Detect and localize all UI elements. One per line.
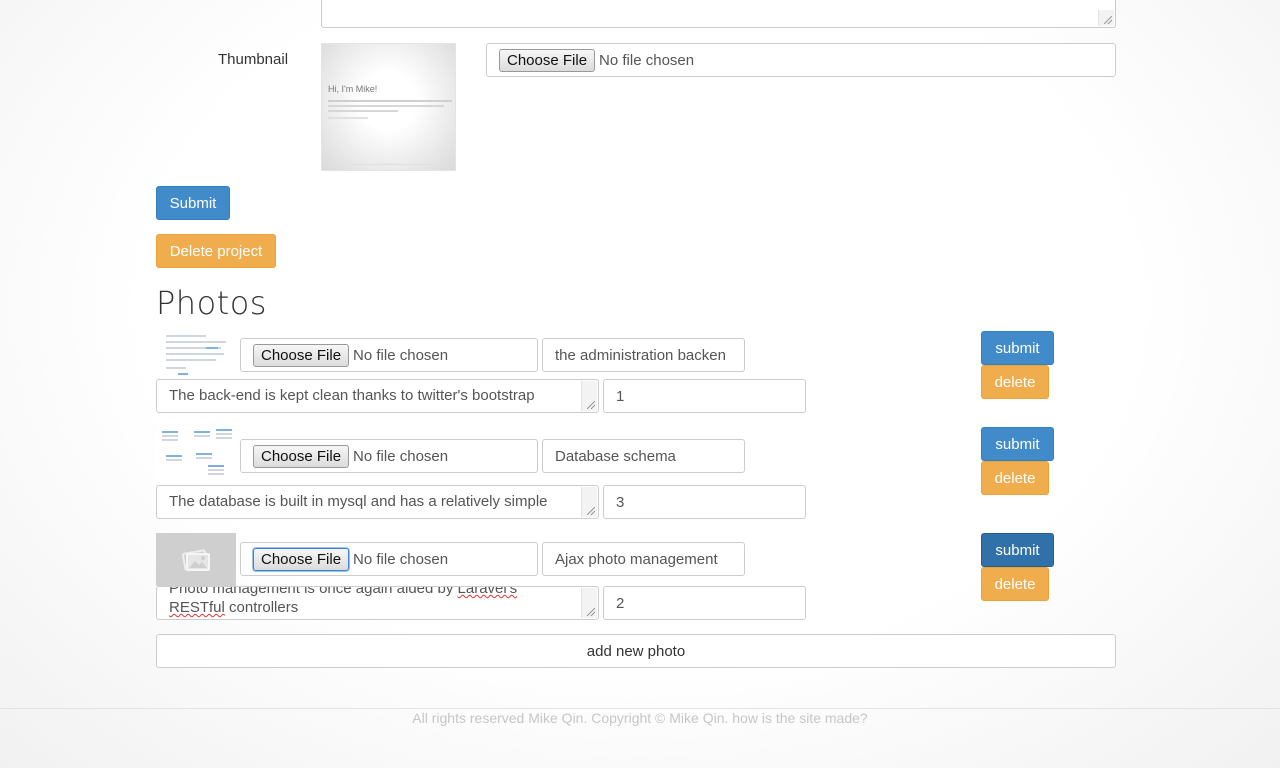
image-placeholder-icon	[181, 548, 210, 571]
resize-grip-icon[interactable]	[581, 588, 597, 618]
photo-order-input[interactable]: 2	[603, 586, 806, 620]
delete-project-button[interactable]: Delete project	[156, 234, 276, 268]
resize-grip-icon[interactable]	[581, 487, 597, 517]
photo-title-input[interactable]: Ajax photo management	[542, 542, 745, 576]
photo-title-input[interactable]: Database schema	[542, 439, 745, 473]
photo-submit-button[interactable]: submit	[981, 331, 1054, 365]
photo-delete-button[interactable]: delete	[981, 365, 1049, 399]
photo-file-input[interactable]: Choose File No file chosen	[240, 338, 538, 372]
photos-heading: Photos	[156, 284, 267, 322]
photo-file-input[interactable]: Choose File No file chosen	[240, 439, 538, 473]
photo-delete-button[interactable]: delete	[981, 567, 1049, 601]
thumbnail-file-input[interactable]: Choose File No file chosen	[486, 43, 1116, 77]
resize-grip-icon[interactable]	[581, 381, 597, 411]
resize-grip-icon[interactable]	[1098, 10, 1114, 26]
photo-thumbnail	[156, 331, 236, 379]
file-status: No file chosen	[599, 51, 695, 69]
choose-file-button[interactable]: Choose File	[253, 547, 350, 571]
photo-description-textarea[interactable]: The back-end is kept clean thanks to twi…	[156, 379, 599, 413]
add-new-photo-button[interactable]: add new photo	[156, 634, 1116, 668]
thumbnail-preview: Hi, I'm Mike!	[321, 43, 456, 171]
choose-file-button[interactable]: Choose File	[253, 444, 350, 468]
photo-delete-button[interactable]: delete	[981, 461, 1049, 495]
photo-order-input[interactable]: 3	[603, 485, 806, 519]
photo-submit-button[interactable]: submit	[981, 427, 1054, 461]
photo-description-textarea[interactable]: Photo management is once again aided by …	[156, 586, 599, 620]
photo-file-input[interactable]: Choose File No file chosen	[240, 542, 538, 576]
thumbnail-preview-heading: Hi, I'm Mike!	[328, 84, 378, 94]
footer-text: All rights reserved Mike Qin. Copyright …	[412, 710, 868, 726]
photo-title-input[interactable]: the administration backen	[542, 338, 745, 372]
choose-file-button[interactable]: Choose File	[499, 48, 596, 72]
photo-description-textarea[interactable]: The database is built in mysql and has a…	[156, 485, 599, 519]
photo-thumbnail	[156, 427, 236, 483]
photo-thumbnail	[156, 533, 236, 586]
submit-button[interactable]: Submit	[156, 186, 230, 220]
choose-file-button[interactable]: Choose File	[253, 343, 350, 367]
file-status: No file chosen	[353, 550, 449, 568]
project-description-textarea[interactable]	[321, 0, 1116, 28]
file-status: No file chosen	[353, 447, 449, 465]
photo-order-input[interactable]: 1	[603, 379, 806, 413]
footer-divider	[0, 708, 1280, 709]
file-status: No file chosen	[353, 346, 449, 364]
photo-submit-button[interactable]: submit	[981, 533, 1054, 567]
thumbnail-label: Thumbnail	[218, 51, 289, 68]
